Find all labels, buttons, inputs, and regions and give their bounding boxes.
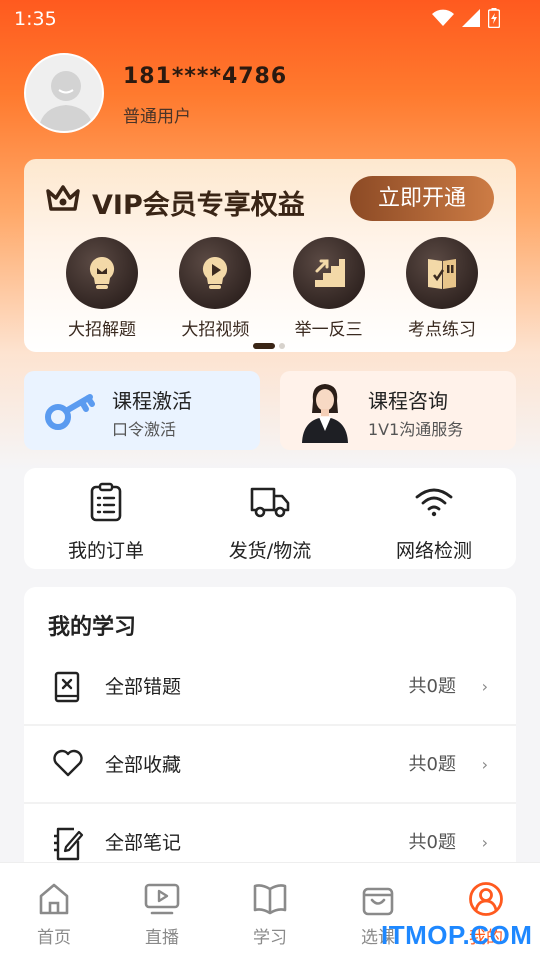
live-icon [144,883,180,915]
avatar[interactable] [24,53,104,133]
chevron-right-icon: › [481,677,488,696]
vip-item-extend[interactable]: 举一反三 [279,237,379,340]
watermark: ITMOP.COM [381,920,533,950]
truck-icon [250,487,290,518]
row-count: 共0题 [408,754,456,775]
card-title: 课程咨询 [368,389,448,413]
row-count: 共0题 [408,676,456,697]
crown-icon [46,185,80,211]
nav-label: 直播 [145,928,179,948]
status-time: 1:35 [14,8,57,30]
vip-item-label: 考点练习 [407,320,476,340]
status-bar: 1:35 [0,0,540,36]
carousel-dot-active [253,343,275,349]
book-icon [253,884,287,915]
bulb-icon [66,237,138,309]
note-icon [54,827,84,861]
user-type: 普通用户 [123,107,191,127]
row-label: 全部错题 [105,676,182,698]
row-count: 共0题 [408,832,456,853]
battery-icon [488,8,500,28]
chevron-right-icon: › [481,755,488,774]
wrong-questions-row[interactable]: 全部错题 共0题 › [24,647,516,725]
section-title: 我的学习 [48,615,137,640]
card-subtitle: 口令激活 [112,420,177,439]
course-consult-card[interactable]: 课程咨询 1V1沟通服务 [280,371,516,450]
course-activate-card[interactable]: 课程激活 口令激活 [24,371,260,450]
clipboard-icon [90,482,122,522]
vip-title: VIP会员专享权益 [92,190,305,221]
notebook-check-icon [405,237,478,309]
card-subtitle: 1V1沟通服务 [368,420,464,439]
favorites-row[interactable]: 全部收藏 共0题 › [24,725,516,803]
vip-card[interactable]: VIP会员专享权益 立即开通 大招解题 大招视频 举一反三 考点练习 [24,159,516,352]
network-check-button[interactable]: 网络检测 [354,482,514,563]
nav-live[interactable]: 直播 [108,881,216,948]
status-icons [432,8,500,28]
vip-item-practice[interactable]: 考点练习 [392,237,492,340]
row-label: 全部笔记 [105,832,182,854]
user-phone[interactable]: 181****4786 [123,64,287,89]
nav-home[interactable]: 首页 [0,881,108,948]
play-bulb-icon [179,237,252,309]
vip-item-video[interactable]: 大招视频 [165,237,265,340]
profile-icon [469,882,503,916]
chevron-right-icon: › [481,833,488,852]
bag-icon [362,887,394,916]
row-label: 全部收藏 [105,754,182,776]
carousel-indicator [253,343,285,349]
my-learning-section: 我的学习 全部错题 共0题 › 全部收藏 共0题 › 全部笔记 共0题 › [24,587,516,877]
nav-study[interactable]: 学习 [216,881,324,948]
vip-item-label: 举一反三 [294,320,363,340]
quick-actions: 我的订单 发货/物流 网络检测 [24,468,516,569]
my-orders-button[interactable]: 我的订单 [26,482,186,563]
card-title: 课程激活 [112,389,192,413]
vip-item-label: 大招解题 [68,320,136,340]
consultant-avatar-icon [302,384,348,443]
vip-item-solve[interactable]: 大招解题 [52,237,152,340]
vip-item-label: 大招视频 [181,320,250,340]
nav-label: 首页 [37,928,71,948]
key-icon [45,394,95,430]
wrong-book-icon [54,671,80,703]
quick-label: 发货/物流 [228,540,312,562]
heart-icon [53,749,83,777]
wifi-status-icon [432,9,454,26]
vip-benefits: 大招解题 大招视频 举一反三 考点练习 [52,237,492,340]
nav-label: 学习 [253,928,287,948]
stairs-icon [292,237,365,309]
quick-label: 网络检测 [395,540,472,562]
quick-label: 我的订单 [67,540,144,562]
signal-icon [462,9,480,27]
carousel-dot [279,343,285,349]
home-icon [39,883,69,915]
shipping-button[interactable]: 发货/物流 [190,482,350,563]
wifi-icon [415,488,453,517]
activate-vip-button[interactable]: 立即开通 [350,176,494,221]
